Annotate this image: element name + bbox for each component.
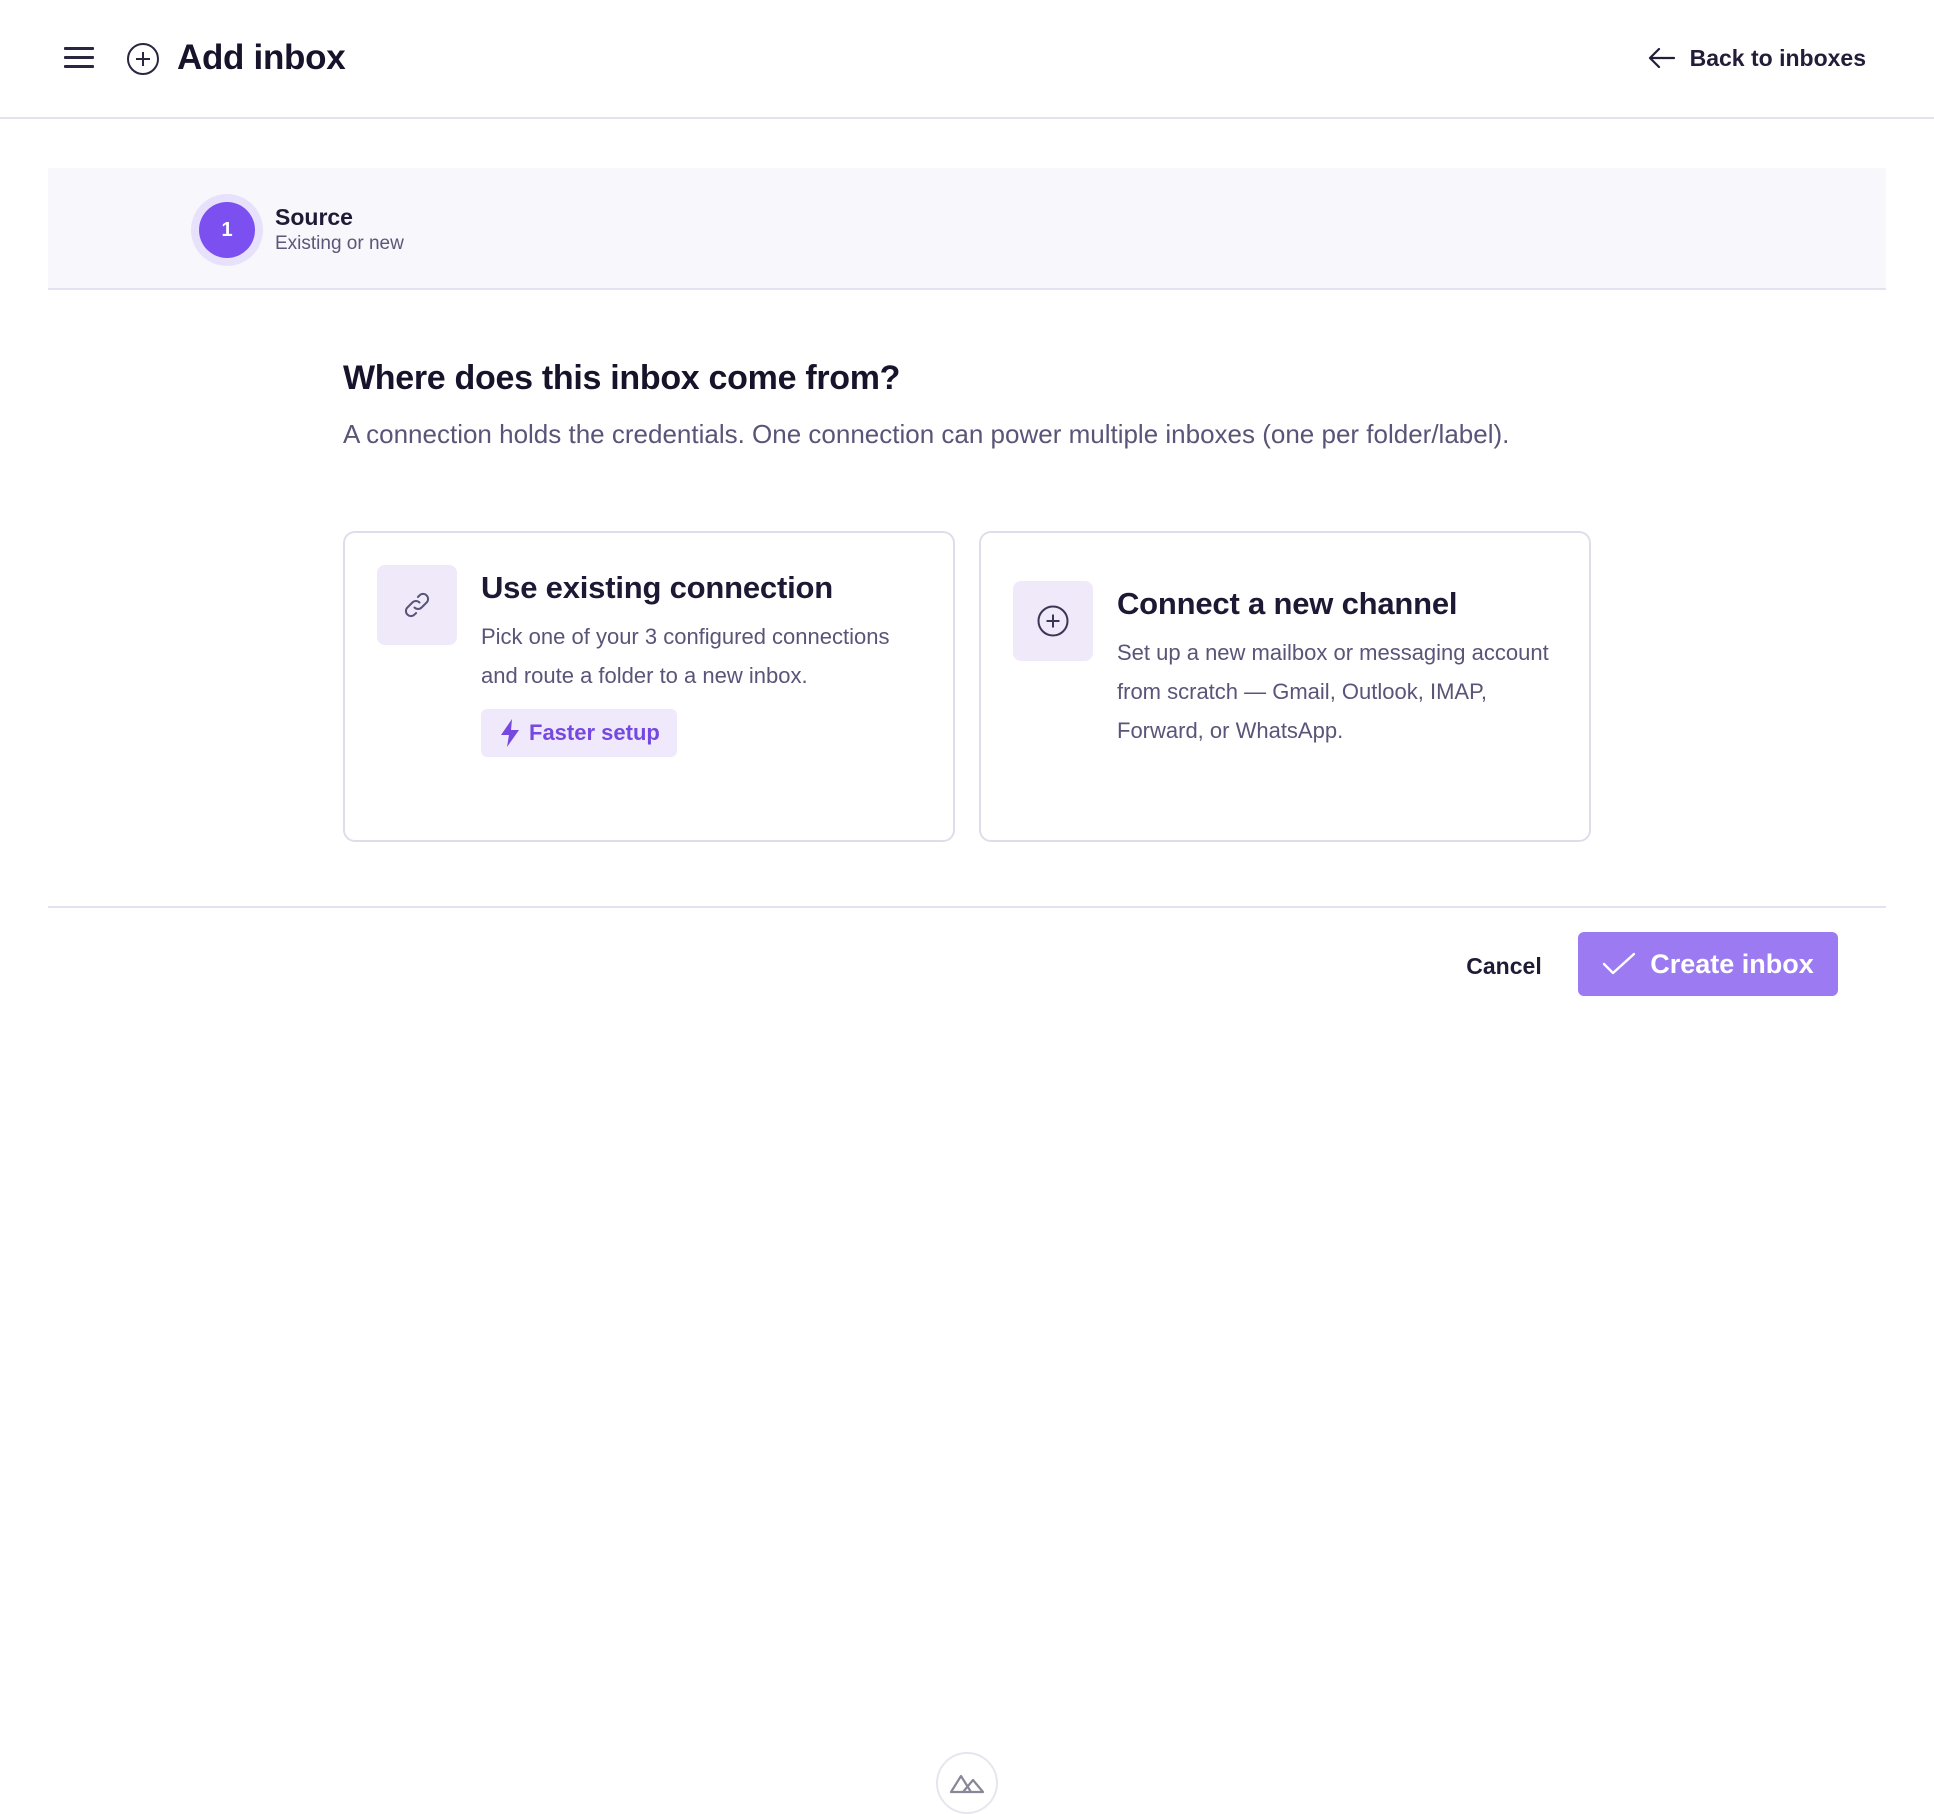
option-title: Connect a new channel — [1117, 586, 1458, 621]
question-heading: Where does this inbox come from? — [343, 359, 901, 397]
source-question: Where does this inbox come from? A conne… — [343, 356, 1593, 454]
cancel-button[interactable]: Cancel — [1448, 946, 1560, 986]
source-options: Use existing connection Pick one of your… — [343, 531, 1593, 842]
option-description: Set up a new mailbox or messaging accoun… — [1117, 640, 1549, 743]
step-indicator: 1 — [191, 194, 263, 266]
plus-circle-icon — [1037, 605, 1069, 637]
hamburger-menu-icon — [64, 47, 94, 50]
stepper: 1 Source Existing or new — [48, 168, 1886, 290]
option-connect-new-channel[interactable]: Connect a new channel Set up a new mailb… — [979, 531, 1591, 842]
faster-setup-badge: Faster setup — [481, 709, 677, 757]
page-title: Add inbox — [177, 38, 346, 77]
option-title: Use existing connection — [481, 570, 833, 605]
question-description: A connection holds the credentials. One … — [343, 419, 1510, 449]
lightning-icon — [501, 719, 519, 747]
top-header: Add inbox Back to inboxes — [0, 0, 1934, 119]
arrow-left-icon — [1648, 47, 1675, 69]
menu-toggle-button[interactable] — [64, 44, 96, 72]
option-use-existing-connection[interactable]: Use existing connection Pick one of your… — [343, 531, 955, 842]
mountain-logo-icon — [949, 1774, 985, 1794]
back-to-inboxes-link[interactable]: Back to inboxes — [1648, 40, 1866, 76]
step-subtitle: Existing or new — [275, 233, 404, 254]
step-source[interactable]: 1 Source Existing or new — [191, 194, 404, 266]
plus-icon-tile — [1013, 581, 1093, 661]
step-title: Source — [275, 204, 353, 230]
create-inbox-button[interactable]: Create inbox — [1578, 932, 1838, 996]
check-icon — [1603, 952, 1636, 975]
link-icon-tile — [377, 565, 457, 645]
plus-circle-icon — [127, 43, 159, 75]
back-link-label: Back to inboxes — [1689, 45, 1866, 71]
step-number: 1 — [199, 202, 255, 258]
link-icon — [404, 592, 430, 618]
footer-divider — [48, 906, 1886, 908]
badge-label: Faster setup — [529, 720, 660, 745]
devtools-toggle-button[interactable] — [936, 1752, 998, 1814]
option-description: Pick one of your 3 configured connection… — [481, 624, 890, 688]
create-inbox-label: Create inbox — [1650, 948, 1814, 979]
